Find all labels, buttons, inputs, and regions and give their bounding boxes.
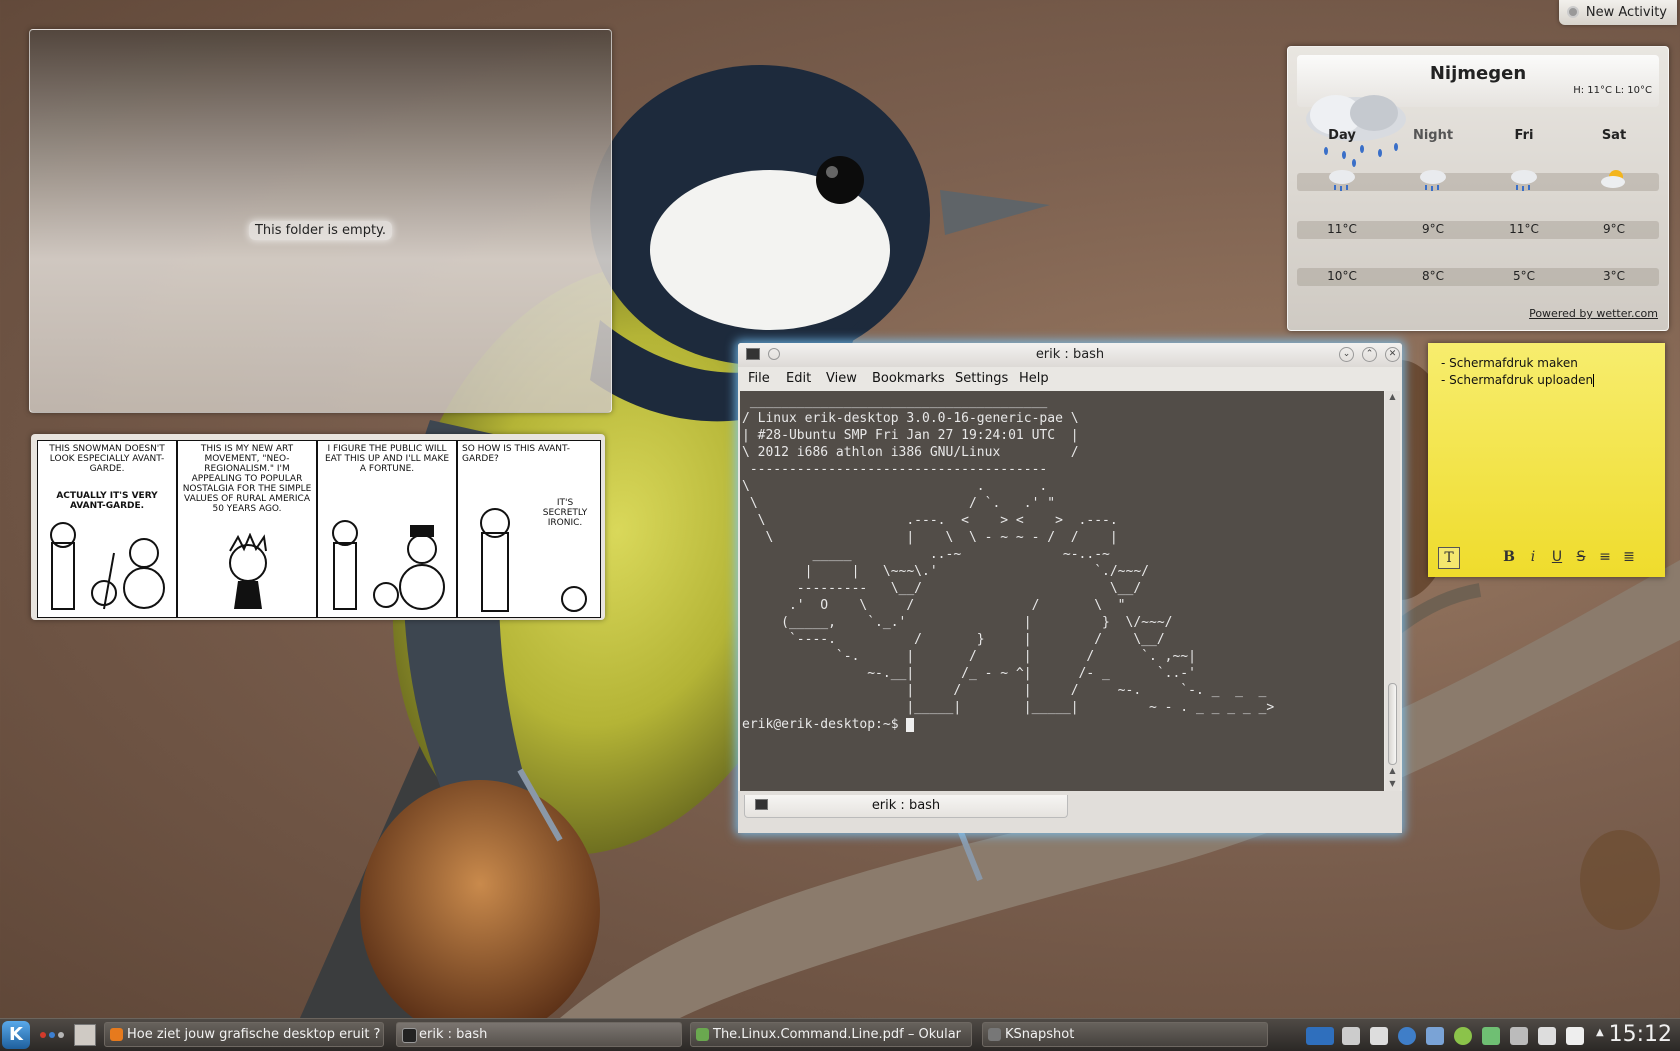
weather-high-temp: 9°C [1602,222,1625,236]
strikethrough-button[interactable]: S [1572,547,1590,567]
browser-tray-icon[interactable] [1398,1027,1416,1045]
weather-high-temp: 11°C [1327,222,1357,236]
terminal-cursor [906,717,915,732]
window-title: erik : bash [1035,347,1105,362]
scrollbar-thumb[interactable] [1388,683,1397,765]
partly-sunny-icon [1601,170,1625,188]
download-tray-icon[interactable] [1426,1027,1444,1045]
folder-view-widget[interactable]: This folder is empty. [29,29,612,413]
note-format-toolbar: T B i U S ≡ ≣ [1438,547,1658,569]
task-firefox[interactable]: Hoe ziet jouw grafische desktop eruit ? … [104,1022,384,1047]
mail-tray-icon[interactable] [1370,1027,1388,1045]
terminal-area[interactable]: ______________________________________ /… [740,391,1384,791]
weather-high-temp: 11°C [1509,222,1539,236]
comic-drawing-2 [229,533,267,609]
text-format-button[interactable]: T [1438,547,1460,569]
menu-bookmarks[interactable]: Bookmarks [872,371,945,386]
comic-panel-2: This is my new art movement, "Neo-Region… [177,440,317,618]
kde-menu-icon[interactable]: K [2,1021,30,1049]
show-desktop-icon[interactable] [74,1024,96,1046]
weather-icons-row [1297,170,1659,191]
sticky-note-widget[interactable]: - Schermafdruk maken - Schermafdruk uplo… [1428,343,1665,577]
menu-help[interactable]: Help [1019,371,1049,386]
weather-widget: Nijmegen H: 11°C L: 10°C Day Night Fri S… [1287,46,1669,331]
terminal-tab-bar: erik : bash [738,791,1402,833]
weather-high-temp: 9°C [1421,222,1444,236]
maximize-button[interactable]: ⌃ [1362,347,1377,362]
ksnapshot-icon [988,1028,1001,1041]
terminal-tab[interactable]: erik : bash [744,795,1068,818]
weather-low-temp: 3°C [1602,269,1625,283]
weather-low-temp: 10°C [1327,269,1357,283]
comic-panel-1: This snowman doesn't look especially ava… [37,440,177,618]
scroll-up-arrow-icon[interactable]: ▲ [1385,391,1400,403]
tray-expand-icon[interactable]: ▲ [1596,1027,1608,1045]
okular-icon [696,1028,709,1041]
updates-tray-icon[interactable] [1454,1027,1472,1045]
text-caret [1593,374,1595,387]
comic-panel-4: So how is this avant-garde? It's secretl… [457,440,601,618]
close-button[interactable]: ✕ [1385,347,1400,362]
printer-tray-icon[interactable] [1566,1027,1584,1045]
konsole-window[interactable]: erik : bash ⌄ ⌃ ✕ File Edit View Bookmar… [738,343,1402,833]
weather-low-temp: 5°C [1512,269,1535,283]
comic-drawing-3 [332,520,445,610]
weather-lows-row: 10°C 8°C 5°C 3°C [1297,268,1659,286]
task-okular[interactable]: The.Linux.Command.Line.pdf – Okular [690,1022,972,1047]
align-justify-button[interactable]: ≣ [1620,547,1638,567]
scroll-up-arrow-icon[interactable]: ▲ [1385,765,1400,777]
scissors-tray-icon[interactable] [1510,1027,1528,1045]
info-tray-icon[interactable] [1342,1027,1360,1045]
weather-day-label: Fri [1514,128,1534,143]
italic-button[interactable]: i [1524,547,1542,567]
rain-icon [1511,170,1537,191]
tools-tray-icon[interactable] [1482,1027,1500,1045]
volume-tray-icon[interactable] [1538,1027,1556,1045]
weather-day-label: Sat [1601,128,1627,143]
rain-icon [1420,170,1446,191]
note-text[interactable]: - Schermafdruk maken - Schermafdruk uplo… [1441,355,1595,389]
weather-days-row: Day Night Fri Sat [1297,127,1659,145]
terminal-icon [402,1028,417,1043]
activity-gear-icon [1567,6,1579,18]
terminal-scrollbar[interactable]: ▲ ▲ ▼ [1385,391,1400,791]
window-titlebar[interactable]: erik : bash ⌄ ⌃ ✕ [738,343,1402,367]
new-activity-button[interactable]: New Activity [1559,0,1677,25]
weather-day-label: Day [1328,128,1356,143]
weather-city: Nijmegen [1429,63,1527,84]
terminal-output: ______________________________________ /… [742,394,1275,732]
menu-bar: File Edit View Bookmarks Settings Help [738,367,1402,391]
bold-button[interactable]: B [1500,547,1518,567]
taskbar: K Hoe ziet jouw grafische desktop eruit … [0,1018,1680,1051]
weather-low-temp: 8°C [1421,269,1444,283]
weather-day-label: Night [1412,128,1454,143]
menu-file[interactable]: File [748,371,770,386]
task-konsole[interactable]: erik : bash [396,1022,682,1047]
terminal-prompt: erik@erik-desktop:~$ [742,717,907,732]
minimize-button[interactable]: ⌄ [1339,347,1354,362]
clock[interactable]: 15:12 [1609,1022,1672,1047]
task-ksnapshot[interactable]: KSnapshot [982,1022,1268,1047]
underline-button[interactable]: U [1548,547,1566,567]
folder-empty-message: This folder is empty. [30,221,611,240]
comic-drawing-1 [50,522,165,610]
rain-icon [1329,170,1355,191]
scroll-down-arrow-icon[interactable]: ▼ [1385,778,1400,790]
comic-drawing-4 [480,508,587,612]
comic-strip-widget: This snowman doesn't look especially ava… [31,434,605,620]
weather-high-low: H: 11°C L: 10°C [1573,85,1652,96]
firefox-icon [110,1028,123,1041]
menu-edit[interactable]: Edit [786,371,811,386]
comic-panel-3: I figure the public will eat this up and… [317,440,457,618]
weather-powered-by-link[interactable]: Powered by wetter.com [1529,307,1658,320]
network-tray-icon[interactable] [1306,1027,1334,1045]
menu-view[interactable]: View [826,371,857,386]
menu-settings[interactable]: Settings [955,371,1008,386]
desktop-pager[interactable] [40,1029,66,1039]
weather-highs-row: 11°C 9°C 11°C 9°C [1297,221,1659,239]
align-center-button[interactable]: ≡ [1596,547,1614,567]
